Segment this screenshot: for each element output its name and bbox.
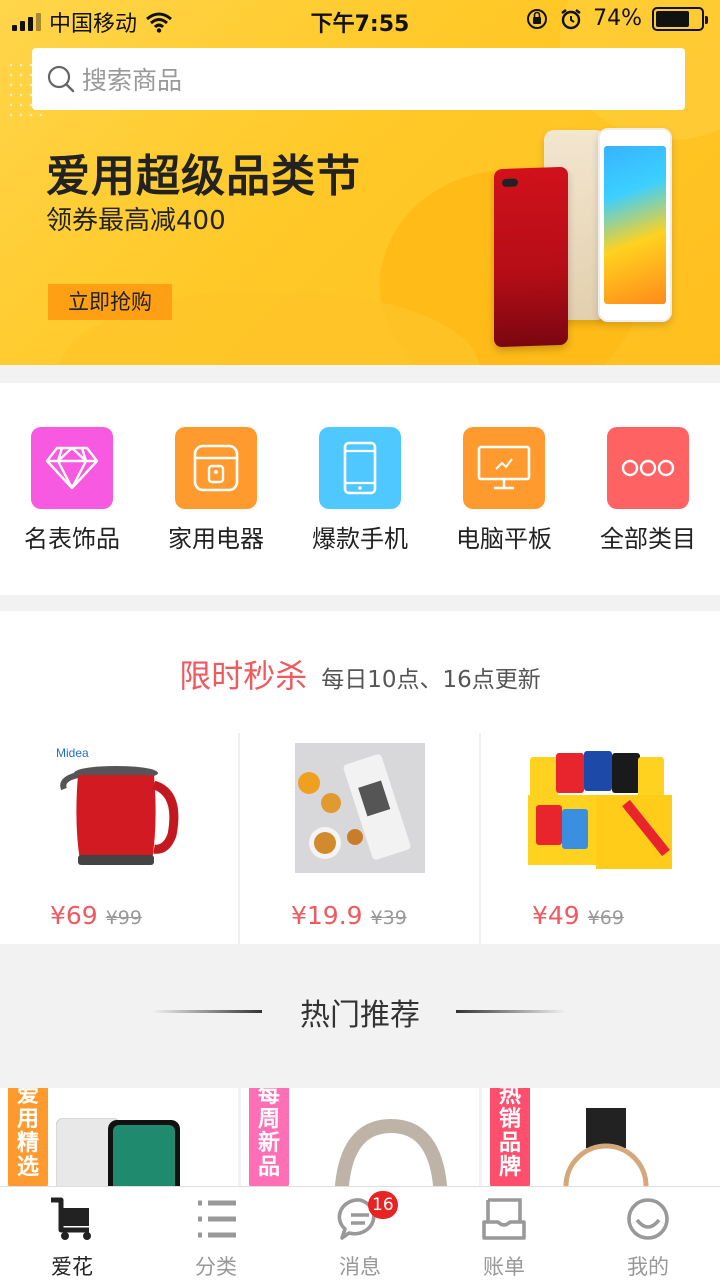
search-bar[interactable]: 搜索商品 — [32, 48, 685, 110]
cart-icon — [51, 1197, 91, 1240]
snack-image — [295, 743, 425, 873]
tab-bar: 爱花 分类 16 消息 账单 我的 — [0, 1186, 720, 1280]
flash-sale-subtitle: 每日10点、16点更新 — [321, 667, 541, 693]
svg-text:Midea: Midea — [56, 746, 89, 760]
category-computers[interactable]: 电脑平板 — [432, 427, 576, 554]
profile-icon — [627, 1198, 669, 1240]
tab-bill[interactable]: 账单 — [432, 1193, 576, 1280]
flash-item-old-price: ¥99 — [105, 907, 142, 929]
tab-home[interactable]: 爱花 — [0, 1193, 144, 1280]
category-label: 电脑平板 — [456, 525, 552, 553]
iphone-image — [56, 1118, 180, 1188]
battery-icon — [652, 6, 708, 31]
watch-image — [563, 1108, 649, 1188]
flash-sale-title: 限时秒杀 — [179, 657, 308, 695]
monitor-icon — [463, 427, 545, 509]
list-icon — [198, 1200, 236, 1238]
battery-percent: 74% — [593, 6, 642, 31]
bill-icon — [482, 1198, 526, 1240]
category-label: 爆款手机 — [312, 525, 408, 553]
flash-item-price: ¥69 ¥99 — [50, 901, 142, 930]
tab-label: 账单 — [483, 1255, 525, 1279]
hot-section-title: 热门推荐 — [300, 998, 420, 1033]
buy-now-button[interactable]: 立即抢购 — [48, 284, 172, 320]
hot-card[interactable]: 每周新品 — [241, 1088, 479, 1188]
phone-image — [598, 128, 672, 322]
tab-label: 我的 — [627, 1255, 669, 1279]
banner-subtitle: 领券最高减400 — [46, 206, 226, 236]
rotation-lock-icon — [527, 8, 548, 29]
more-icon — [607, 427, 689, 509]
tab-category[interactable]: 分类 — [144, 1193, 288, 1280]
category-label: 家用电器 — [168, 525, 264, 553]
hot-card-tag: 爱用精选 — [8, 1088, 48, 1188]
search-placeholder: 搜索商品 — [82, 66, 183, 95]
rice-cooker-icon — [175, 427, 257, 509]
hot-card[interactable]: 热销品牌 — [482, 1088, 720, 1188]
phone-icon — [319, 427, 401, 509]
flash-item-old-price: ¥39 — [370, 907, 407, 929]
flash-item-price: ¥19.9 ¥39 — [291, 901, 407, 930]
phone-image — [494, 166, 568, 348]
tab-label: 分类 — [195, 1255, 237, 1279]
tab-label: 消息 — [339, 1255, 381, 1279]
search-icon — [47, 65, 75, 93]
diamond-icon — [31, 427, 113, 509]
flash-item-price: ¥49 ¥69 — [532, 901, 624, 930]
message-badge: 16 — [368, 1191, 398, 1219]
kettle-image: Midea — [56, 746, 179, 865]
status-bar: 中国移动 下午7:55 74% — [0, 0, 720, 40]
hot-card-tag: 热销品牌 — [490, 1088, 530, 1188]
tab-profile[interactable]: 我的 — [576, 1193, 720, 1280]
divider — [238, 733, 240, 944]
alarm-icon — [561, 8, 581, 29]
flash-sale-section: 限时秒杀每日10点、16点更新 Midea ¥69¥99 ¥19.9¥39 — [0, 611, 720, 944]
hero-banner[interactable]: 中国移动 下午7:55 74% 搜索商品 爱用超级品类节 领券最高减400 立即… — [0, 0, 720, 365]
hot-card[interactable]: 爱用精选 — [0, 1088, 238, 1188]
flash-item[interactable]: Midea ¥69 ¥99 — [0, 733, 238, 944]
category-appliances[interactable]: 家用电器 — [144, 427, 288, 554]
category-watches-jewelry[interactable]: 名表饰品 — [0, 427, 144, 554]
tab-messages[interactable]: 16 消息 — [288, 1191, 432, 1280]
divider — [479, 733, 481, 944]
category-row: 名表饰品 家用电器 爆款手机 电脑平板 全部类目 — [0, 383, 720, 595]
category-all[interactable]: 全部类目 — [576, 427, 720, 554]
flash-item[interactable]: ¥49 ¥69 — [482, 733, 720, 944]
flash-item[interactable]: ¥19.9 ¥39 — [241, 733, 479, 944]
divider — [456, 1010, 566, 1013]
chips-box-image — [528, 751, 672, 869]
flash-item-old-price: ¥69 — [587, 907, 624, 929]
banner-title: 爱用超级品类节 — [46, 151, 361, 202]
category-label: 全部类目 — [600, 525, 696, 553]
category-phones[interactable]: 爆款手机 — [288, 427, 432, 554]
hot-card-tag: 每周新品 — [249, 1088, 289, 1188]
headphones-image — [334, 1118, 448, 1188]
category-label: 名表饰品 — [24, 525, 120, 553]
tab-label: 爱花 — [51, 1255, 93, 1279]
